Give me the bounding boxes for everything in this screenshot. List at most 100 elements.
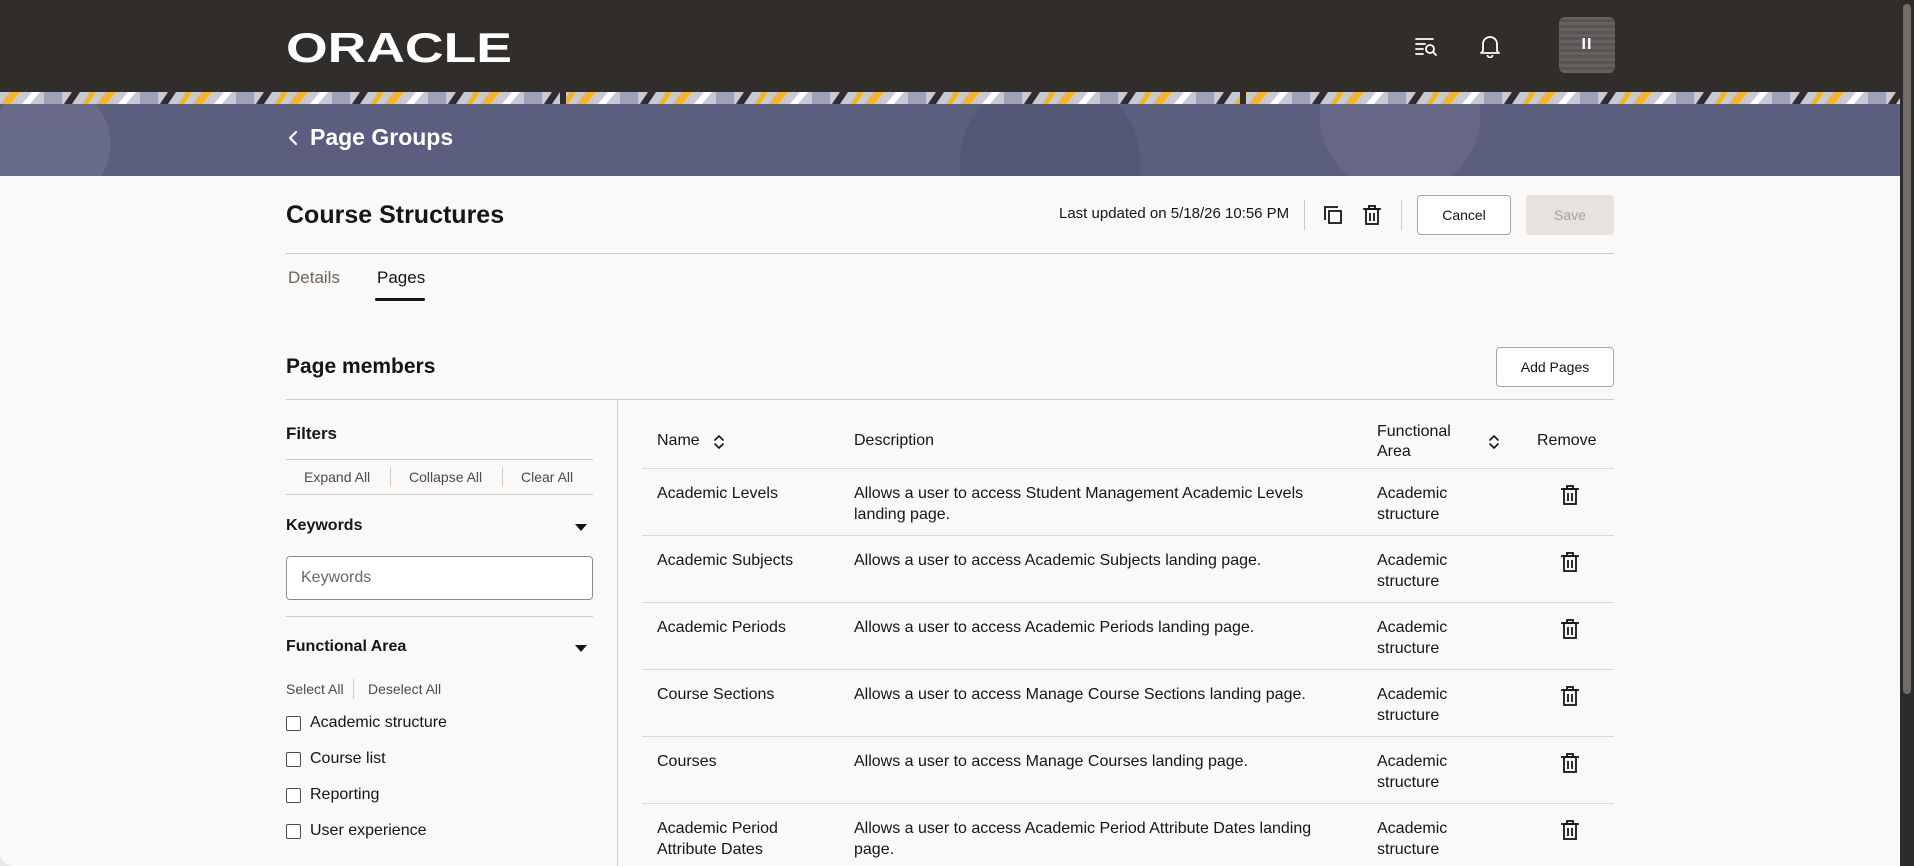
table-row: Academic Subjects Allows a user to access…: [642, 535, 1614, 602]
clear-all-link[interactable]: Clear All: [521, 469, 573, 485]
checkbox[interactable]: [286, 715, 301, 731]
row-name: Course Sections: [657, 686, 775, 703]
avatar-initials: II: [1581, 36, 1593, 53]
row-description: Allows a user to access Academic Subject…: [854, 552, 1262, 569]
notifications-button[interactable]: [1472, 28, 1508, 64]
row-functional-area: Academic structure: [1377, 485, 1448, 523]
panel-divider: [617, 400, 618, 866]
trash-icon: [1561, 820, 1579, 840]
row-description: Allows a user to access Student Manageme…: [854, 485, 1304, 523]
trash-icon: [1561, 753, 1579, 773]
page-banner: [0, 104, 1900, 176]
keywords-input[interactable]: [286, 556, 593, 600]
checkbox-reporting[interactable]: Reporting: [286, 786, 379, 804]
checkbox[interactable]: [286, 823, 301, 839]
table-row: Courses Allows a user to access Manage Co…: [642, 736, 1614, 803]
chevron-left-icon: [288, 130, 298, 145]
chevron-down-icon[interactable]: [575, 524, 587, 531]
row-name: Academic Levels: [657, 485, 778, 502]
checkbox-label: Reporting: [310, 786, 380, 803]
tab-details[interactable]: Details: [288, 268, 340, 288]
checkbox-user-experience[interactable]: User experience: [286, 822, 427, 840]
keywords-filter-title[interactable]: Keywords: [286, 517, 362, 535]
expand-all-link[interactable]: Expand All: [304, 469, 370, 485]
scrollbar-thumb[interactable]: [1903, 4, 1911, 694]
checkbox[interactable]: [286, 787, 301, 803]
add-pages-button[interactable]: Add Pages: [1496, 347, 1614, 387]
row-functional-area: Academic structure: [1377, 686, 1448, 724]
trash-icon: [1561, 619, 1579, 639]
remove-row-button[interactable]: [1558, 818, 1582, 842]
back-to-page-groups[interactable]: Page Groups: [286, 124, 453, 151]
row-name: Courses: [657, 753, 717, 770]
row-description: Allows a user to access Academic Period …: [854, 820, 1312, 858]
page-title: Course Structures: [286, 201, 505, 229]
banner-title: Page Groups: [310, 124, 454, 150]
row-name: Academic Periods: [657, 619, 786, 636]
column-header-functional-area[interactable]: Functional Area: [1377, 422, 1467, 462]
row-functional-area: Academic structure: [1377, 619, 1448, 657]
row-functional-area: Academic structure: [1377, 820, 1448, 858]
delete-group-button[interactable]: [1356, 199, 1388, 231]
row-description: Allows a user to access Manage Course Se…: [854, 686, 1306, 703]
row-functional-area: Academic structure: [1377, 552, 1448, 590]
save-button[interactable]: Save: [1526, 195, 1614, 235]
checkbox-course-list[interactable]: Course list: [286, 750, 386, 768]
brand-text: ORACLE: [286, 30, 512, 64]
trash-icon: [1363, 205, 1381, 225]
checkbox[interactable]: [286, 751, 301, 767]
select-all-link[interactable]: Select All: [286, 681, 344, 697]
oracle-logo[interactable]: ORACLE: [286, 30, 512, 64]
divider: [1401, 200, 1402, 230]
divider: [1304, 200, 1305, 230]
filters-title: Filters: [286, 424, 338, 443]
row-name: Academic Period Attribute Dates: [657, 820, 778, 858]
checkbox-label: User experience: [310, 822, 427, 839]
deselect-all-link[interactable]: Deselect All: [368, 681, 441, 697]
search-list-button[interactable]: [1408, 28, 1444, 64]
remove-row-button[interactable]: [1558, 684, 1582, 708]
last-updated-text: Last updated on 5/18/26 10:56 PM: [1059, 205, 1290, 222]
checkbox-label: Academic structure: [310, 714, 447, 731]
remove-row-button[interactable]: [1558, 550, 1582, 574]
trash-icon: [1561, 686, 1579, 706]
search-list-icon: [1415, 38, 1437, 56]
members-divider: [286, 399, 1614, 400]
sort-icon[interactable]: [1488, 434, 1500, 450]
table-row: Academic Periods Allows a user to access …: [642, 602, 1614, 669]
column-header-description: Description: [854, 432, 935, 449]
column-header-name[interactable]: Name: [657, 432, 700, 450]
column-header-remove: Remove: [1537, 432, 1597, 449]
bell-icon: [1480, 36, 1500, 58]
title-divider: [286, 253, 1614, 254]
cancel-button[interactable]: Cancel: [1417, 195, 1511, 235]
checkbox-academic-structure[interactable]: Academic structure: [286, 714, 447, 732]
global-header: ORACLE II: [0, 0, 1900, 92]
table-row: Academic Levels Allows a user to access S…: [642, 468, 1614, 535]
user-avatar[interactable]: II: [1559, 17, 1615, 73]
remove-row-button[interactable]: [1558, 617, 1582, 641]
duplicate-button[interactable]: [1317, 199, 1349, 231]
active-tab-indicator: [375, 298, 425, 301]
remove-row-button[interactable]: [1558, 483, 1582, 507]
row-description: Allows a user to access Academic Periods…: [854, 619, 1255, 636]
row-name: Academic Subjects: [657, 552, 794, 569]
remove-row-button[interactable]: [1558, 751, 1582, 775]
trash-icon: [1561, 552, 1579, 572]
chevron-down-icon[interactable]: [575, 645, 587, 652]
row-functional-area: Academic structure: [1377, 753, 1448, 791]
trash-icon: [1561, 485, 1579, 505]
row-description: Allows a user to access Manage Courses l…: [854, 753, 1248, 770]
tab-pages[interactable]: Pages: [377, 268, 425, 288]
functional-area-filter-title[interactable]: Functional Area: [286, 638, 406, 656]
table-row: Academic Period Attribute Dates Allows a …: [642, 803, 1614, 866]
app-window: ORACLE II Page Groups Course Structures …: [0, 0, 1900, 866]
window-scrollbar[interactable]: [1900, 0, 1914, 866]
collapse-all-link[interactable]: Collapse All: [409, 469, 482, 485]
duplicate-icon: [1324, 206, 1342, 224]
sort-icon[interactable]: [713, 434, 725, 450]
table-row: Course Sections Allows a user to access M…: [642, 669, 1614, 736]
decorative-pattern: [0, 92, 1900, 104]
page-members-title: Page members: [286, 355, 436, 378]
checkbox-label: Course list: [310, 750, 386, 767]
